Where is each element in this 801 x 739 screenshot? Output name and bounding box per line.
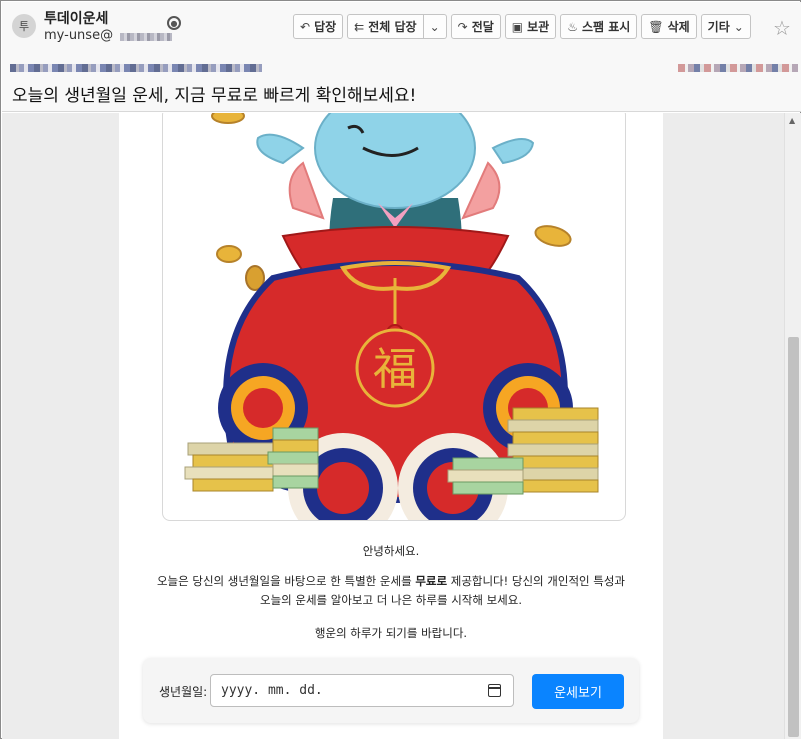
more-button[interactable]: 기타 ⌄ [700,14,751,39]
redacted-email-domain [120,33,172,41]
coin [534,225,572,247]
bag-character-text: 福 [373,344,417,395]
contact-icon[interactable]: ● [167,16,181,30]
chevron-down-icon: ⌄ [429,19,440,34]
intro-paragraph-line1: 오늘은 당신의 생년월일을 바탕으로 한 특별한 운세를 무료로 제공합니다! … [119,573,663,589]
archive-button[interactable]: ▣ 보관 [504,14,557,39]
trash-icon: 🗑 [648,19,664,34]
reply-all-icon: ⇇ [354,19,365,34]
delete-button[interactable]: 🗑 삭제 [641,14,697,39]
email-header: 투 투데이운세 my-unse@ ● ↶ 답장 ⇇ 전체 답장 ⌄ ↷ 전달 ▣ 보관 … [2,2,801,112]
reply-all-dropdown[interactable]: ⌄ [423,14,447,39]
delete-label: 삭제 [667,20,690,34]
coin [211,113,245,124]
scrollbar-thumb[interactable] [788,337,799,737]
reply-all-label: 전체 답장 [368,20,417,34]
intro-text-after: 제공합니다! 당신의 개인적인 특성과 [447,574,626,588]
spam-button[interactable]: ♨ 스팸 표시 [560,14,638,39]
redacted-recipients [10,64,262,72]
intro-text-before: 오늘은 당신의 생년월일을 바탕으로 한 특별한 운세를 [156,574,416,588]
sender-email[interactable]: my-unse@ [44,28,113,43]
message-toolbar: ↶ 답장 ⇇ 전체 답장 ⌄ ↷ 전달 ▣ 보관 ♨ 스팸 표시 🗑 삭제 기타 ⌄ [293,14,751,39]
birthdate-label: 생년월일: [159,685,208,699]
hero-image: 福 [162,113,626,521]
forward-label: 전달 [471,20,494,34]
email-window: 투 투데이운세 my-unse@ ● ↶ 답장 ⇇ 전체 답장 ⌄ ↷ 전달 ▣ 보관 … [0,0,801,739]
flame-icon: ♨ [567,19,578,34]
chevron-down-icon: ⌄ [733,19,744,34]
message-body: 福 안녕하세요. 오늘은 당신의 생년월일을 바탕으로 한 특별한 운세를 무료… [2,113,784,739]
recipient-row [10,62,798,76]
closing-text: 행운의 하루가 되기를 바랍니다. [314,626,468,640]
calendar-icon[interactable] [488,684,501,697]
reply-button[interactable]: ↶ 답장 [293,14,344,39]
sender-avatar: 투 [12,14,36,38]
sender-name[interactable]: 투데이운세 [44,8,108,28]
intro-text-bold: 무료로 [415,574,448,588]
birthdate-input[interactable]: yyyy. mm. dd. [210,674,514,707]
forward-icon: ↷ [457,19,468,34]
forward-button[interactable]: ↷ 전달 [450,14,501,39]
archive-label: 보관 [527,20,550,34]
reply-icon: ↶ [300,19,311,34]
intro-paragraph-line2: 오늘의 운세를 알아보고 더 나은 하루를 시작해 보세요. [259,593,522,607]
redacted-date [678,64,798,72]
vertical-scrollbar[interactable]: ▲ [784,113,801,739]
greeting-text: 안녕하세요. [362,544,420,558]
email-card: 福 안녕하세요. 오늘은 당신의 생년월일을 바탕으로 한 특별한 운세를 무료… [119,113,663,739]
coin [216,245,242,263]
spam-label: 스팸 표시 [581,20,631,34]
birthdate-form: 생년월일: yyyy. mm. dd. 운세보기 [143,658,639,723]
reply-all-group: ⇇ 전체 답장 ⌄ [347,14,447,39]
more-label: 기타 [707,20,730,34]
date-placeholder: yyyy. mm. dd. [221,683,323,698]
reply-label: 답장 [314,20,337,34]
fortune-submit-button[interactable]: 운세보기 [532,674,624,709]
scroll-up-icon[interactable]: ▲ [789,116,795,125]
star-icon[interactable]: ☆ [773,16,791,40]
reply-all-button[interactable]: ⇇ 전체 답장 [347,14,424,39]
email-subject: 오늘의 생년월일 운세, 지금 무료로 빠르게 확인해보세요! [12,86,417,106]
archive-icon: ▣ [511,19,524,34]
lucky-bag-illustration: 福 [184,113,599,520]
